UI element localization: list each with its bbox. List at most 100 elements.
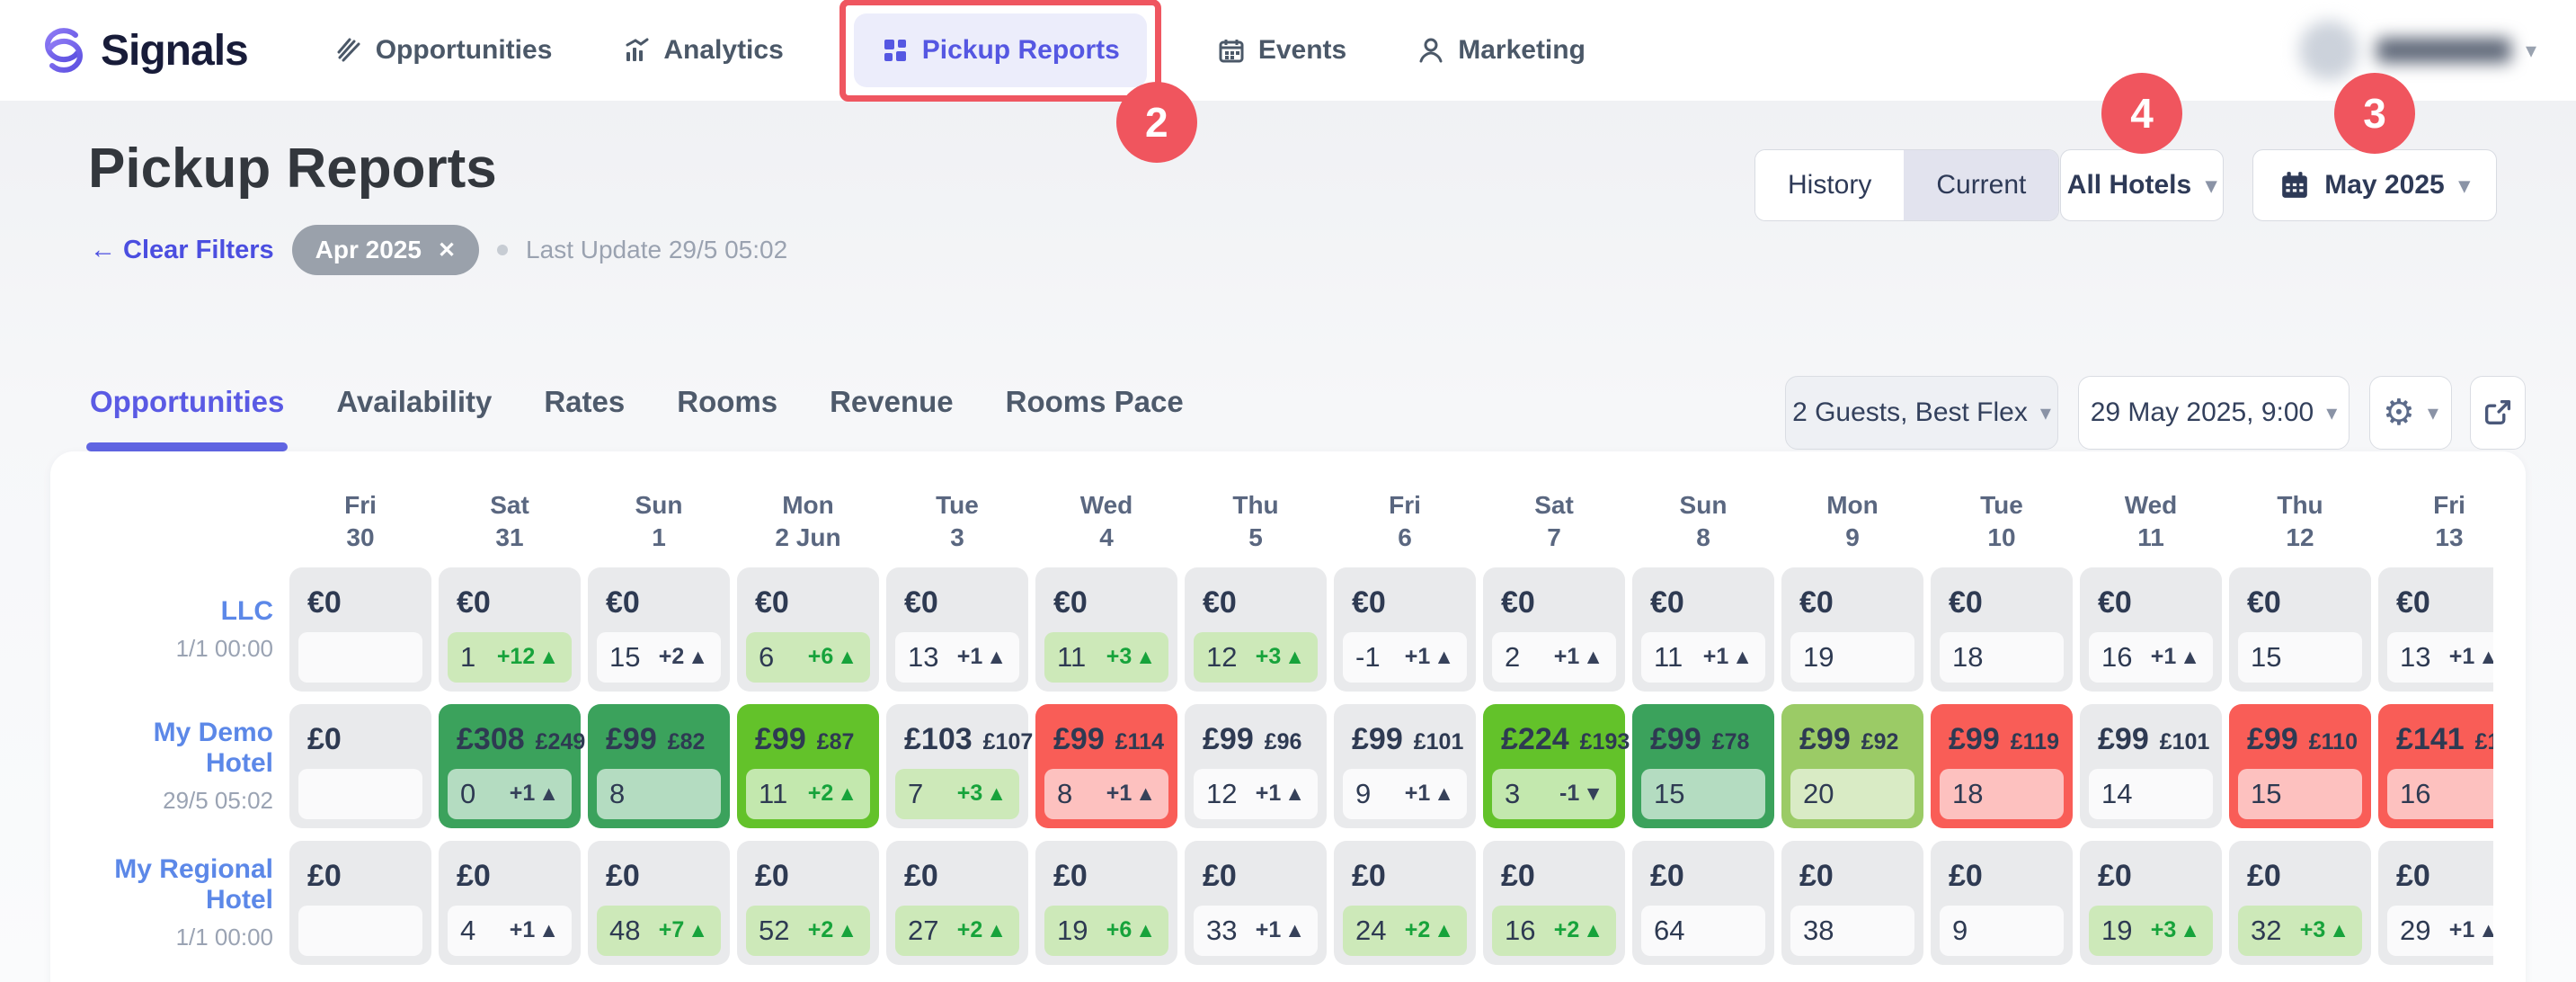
pickup-cell[interactable]: €015 <box>2229 567 2371 692</box>
pickup-cell[interactable]: €013+1▲ <box>2378 567 2493 692</box>
pickup-cell[interactable]: €06+6▲ <box>737 567 879 692</box>
cell-compare-price: £87 <box>817 729 855 755</box>
pickup-cell[interactable]: £224£1933-1▼ <box>1483 704 1625 828</box>
pickup-cell[interactable]: £027+2▲ <box>886 841 1028 965</box>
cell-quantity: 3 <box>1505 778 1520 810</box>
pickup-cell[interactable]: £052+2▲ <box>737 841 879 965</box>
pickup-cell[interactable]: £99£9612+1▲ <box>1185 704 1327 828</box>
pickup-cell[interactable]: €01+12▲ <box>439 567 581 692</box>
annotation-step-3: 3 <box>2334 73 2415 154</box>
cell-delta: +1▲ <box>957 644 1007 670</box>
close-icon[interactable]: ✕ <box>438 237 456 263</box>
pickup-cell[interactable]: €019 <box>1781 567 1923 692</box>
pickup-cell[interactable]: £04+1▲ <box>439 841 581 965</box>
cell-compare-price: £78 <box>1712 729 1750 755</box>
pickup-table-card: Fri30Sat31Sun1Mon2 JunTue3Wed4Thu5Fri6Sa… <box>50 451 2526 982</box>
pickup-cell[interactable]: £019+6▲ <box>1035 841 1177 965</box>
pickup-cell[interactable]: £99£11015 <box>2229 704 2371 828</box>
nav-item-marketing[interactable]: Marketing <box>1417 35 1586 66</box>
date-column-header: Sun8 <box>1632 489 1774 555</box>
filter-chip-apr-2025[interactable]: Apr 2025 ✕ <box>292 225 479 275</box>
pickup-cell[interactable]: £033+1▲ <box>1185 841 1327 965</box>
nav-item-events[interactable]: Events <box>1217 35 1346 66</box>
hotel-name-link[interactable]: LLC <box>83 596 273 628</box>
nav-item-opportunities[interactable]: Opportunities <box>334 35 553 66</box>
pickup-cell[interactable]: £09 <box>1931 841 2073 965</box>
gear-icon: ⚙ <box>2383 392 2415 433</box>
tab-rooms[interactable]: Rooms <box>677 385 777 451</box>
pickup-cell[interactable]: €016+1▲ <box>2080 567 2222 692</box>
current-button[interactable]: Current <box>1904 150 2058 220</box>
cell-quantity: 16 <box>2101 641 2132 674</box>
guests-filter-dropdown[interactable]: 2 Guests, Best Flex ▾ <box>1785 376 2058 450</box>
pickup-cell[interactable]: £038 <box>1781 841 1923 965</box>
pickup-cell[interactable]: £99£9220 <box>1781 704 1923 828</box>
pickup-cell[interactable]: £029+1▲ <box>2378 841 2493 965</box>
pickup-cell[interactable]: £016+2▲ <box>1483 841 1625 965</box>
all-hotels-dropdown[interactable]: 4 All Hotels ▾ <box>2060 149 2224 221</box>
pickup-cell[interactable]: €0 <box>289 567 431 692</box>
person-icon <box>1417 36 1445 65</box>
pickup-cell[interactable]: €011+3▲ <box>1035 567 1177 692</box>
cell-price: £99£96 <box>1185 704 1327 757</box>
cell-compare-price: £101 <box>2160 729 2210 755</box>
cell-pickup-box: 38 <box>1790 906 1914 956</box>
hotel-last-update: 29/5 05:02 <box>83 787 273 815</box>
row-label: LLC1/1 00:00 <box>83 567 289 692</box>
month-picker[interactable]: 3 May 2025 ▾ <box>2252 149 2497 221</box>
pickup-cell[interactable]: £99£1148+1▲ <box>1035 704 1177 828</box>
pickup-cell[interactable]: €02+1▲ <box>1483 567 1625 692</box>
pickup-cell[interactable]: £99£10114 <box>2080 704 2222 828</box>
pickup-cell[interactable]: £0 <box>289 704 431 828</box>
pickup-cell[interactable]: £99£828 <box>588 704 730 828</box>
pickup-cell[interactable]: £048+7▲ <box>588 841 730 965</box>
export-button[interactable] <box>2470 376 2526 450</box>
pickup-cell[interactable]: £024+2▲ <box>1334 841 1476 965</box>
cell-compare-price: £92 <box>1861 729 1899 755</box>
pickup-cell[interactable]: £064 <box>1632 841 1774 965</box>
cell-price: €0 <box>289 567 431 620</box>
datetime-filter-dropdown[interactable]: 29 May 2025, 9:00 ▾ <box>2078 376 2349 450</box>
arrow-up-icon: ▲ <box>1583 645 1603 669</box>
nav-item-analytics[interactable]: Analytics <box>622 35 783 66</box>
pickup-cell[interactable]: €011+1▲ <box>1632 567 1774 692</box>
arrow-up-icon: ▲ <box>1284 781 1305 806</box>
nav-item-pickup-reports[interactable]: Pickup Reports 2 <box>854 13 1147 87</box>
tab-rates[interactable]: Rates <box>544 385 625 451</box>
pickup-cell[interactable]: £308£2490+1▲ <box>439 704 581 828</box>
pickup-cell[interactable]: £0 <box>289 841 431 965</box>
pickup-cell[interactable]: €015+2▲ <box>588 567 730 692</box>
signals-logo[interactable]: Signals <box>40 26 248 76</box>
pickup-cell[interactable]: €0-1+1▲ <box>1334 567 1476 692</box>
hotel-name-link[interactable]: My Regional Hotel <box>83 854 273 916</box>
pickup-cell[interactable]: £032+3▲ <box>2229 841 2371 965</box>
date-column-header: Sat31 <box>439 489 581 555</box>
hotel-name-link[interactable]: My Demo Hotel <box>83 718 273 780</box>
cell-delta: +1▲ <box>1405 781 1454 807</box>
pickup-cell[interactable]: £99£11918 <box>1931 704 2073 828</box>
tab-revenue[interactable]: Revenue <box>830 385 954 451</box>
history-button[interactable]: History <box>1755 150 1904 220</box>
pickup-cell[interactable]: £103£1077+3▲ <box>886 704 1028 828</box>
tab-availability[interactable]: Availability <box>336 385 492 451</box>
back-arrow-icon: ← <box>90 236 116 265</box>
clear-filters-link[interactable]: ← Clear Filters <box>90 236 274 265</box>
pickup-cell[interactable]: £019+3▲ <box>2080 841 2222 965</box>
tab-rooms-pace[interactable]: Rooms Pace <box>1006 385 1184 451</box>
settings-dropdown[interactable]: ⚙ ▾ <box>2369 376 2452 450</box>
pickup-cell[interactable]: £141£16616 <box>2378 704 2493 828</box>
user-menu[interactable]: ▾ <box>2299 21 2536 80</box>
arrow-up-icon: ▲ <box>1135 918 1156 942</box>
cell-pickup-box: 15 <box>2238 632 2362 683</box>
pickup-cell[interactable]: €013+1▲ <box>886 567 1028 692</box>
pickup-cell[interactable]: £99£1019+1▲ <box>1334 704 1476 828</box>
arrow-up-icon: ▲ <box>538 918 559 942</box>
cell-delta: +3▲ <box>957 781 1007 807</box>
tab-opportunities[interactable]: Opportunities <box>90 385 284 451</box>
pickup-cell[interactable]: £99£8711+2▲ <box>737 704 879 828</box>
pickup-cell[interactable]: €018 <box>1931 567 2073 692</box>
cell-delta: +1▲ <box>1106 781 1156 807</box>
pickup-cell[interactable]: €012+3▲ <box>1185 567 1327 692</box>
pickup-cell[interactable]: £99£7815 <box>1632 704 1774 828</box>
cell-quantity: 9 <box>1952 915 1968 947</box>
